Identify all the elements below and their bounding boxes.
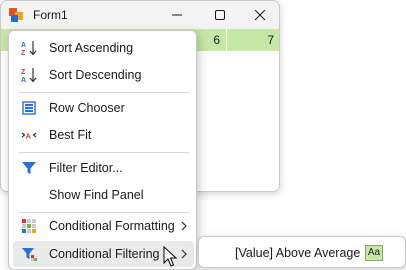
menu-item-label: Conditional Filtering — [49, 247, 160, 261]
maximize-button[interactable] — [199, 1, 241, 29]
chevron-right-icon — [181, 221, 187, 231]
menu-separator — [19, 152, 189, 153]
menu-item-label: Show Find Panel — [49, 188, 144, 202]
menu-item-show-find-panel[interactable]: Show Find Panel — [13, 182, 194, 208]
conditional-filtering-submenu: [Value] Above Average Aa — [198, 236, 406, 268]
minimize-button[interactable] — [156, 1, 198, 29]
menu-item-label: Sort Ascending — [49, 41, 134, 55]
menu-item-filter-editor[interactable]: Filter Editor... — [13, 155, 194, 181]
windows-forms-app-icon — [9, 8, 23, 22]
close-icon — [254, 9, 266, 21]
close-button[interactable] — [239, 1, 279, 29]
minimize-icon — [172, 14, 182, 16]
filter-icon — [22, 162, 36, 174]
format-sample-swatch: Aa — [365, 245, 383, 261]
menu-item-label: Filter Editor... — [49, 161, 123, 175]
menu-item-sort-descending[interactable]: Z A Sort Descending — [13, 62, 194, 88]
chevron-right-icon — [181, 249, 187, 259]
best-fit-icon: A — [21, 132, 37, 141]
row-chooser-icon — [22, 101, 36, 115]
maximize-icon — [215, 10, 225, 20]
svg-text:Z: Z — [21, 50, 26, 56]
menu-item-sort-ascending[interactable]: A Z Sort Ascending — [13, 35, 194, 61]
sort-ascending-icon: A Z — [21, 41, 37, 56]
table-cell[interactable]: 7 — [227, 29, 279, 51]
menu-item-label: Sort Descending — [49, 68, 142, 82]
menu-item-label: Conditional Formatting — [49, 219, 175, 233]
submenu-item-value-above-average[interactable]: [Value] Above Average Aa — [203, 241, 403, 265]
conditional-formatting-icon — [22, 219, 36, 233]
svg-text:A: A — [26, 132, 32, 141]
column-context-menu: A Z Sort Ascending Z A Sort Descending R… — [8, 30, 197, 270]
window-title: Form1 — [33, 8, 68, 22]
title-bar[interactable]: Form1 — [1, 1, 279, 29]
svg-text:A: A — [21, 77, 26, 83]
menu-separator — [19, 92, 189, 93]
menu-item-label: Best Fit — [49, 128, 92, 142]
sort-descending-icon: Z A — [21, 68, 37, 83]
svg-text:Z: Z — [21, 69, 26, 76]
mouse-cursor-icon — [163, 246, 177, 267]
svg-text:A: A — [21, 42, 26, 49]
menu-item-label: Row Chooser — [49, 101, 125, 115]
menu-item-row-chooser[interactable]: Row Chooser — [13, 95, 194, 121]
submenu-item-label: [Value] Above Average — [235, 246, 361, 260]
menu-item-conditional-formatting[interactable]: Conditional Formatting — [13, 213, 194, 239]
conditional-filtering-icon — [22, 248, 37, 261]
menu-item-best-fit[interactable]: A Best Fit — [13, 122, 194, 148]
